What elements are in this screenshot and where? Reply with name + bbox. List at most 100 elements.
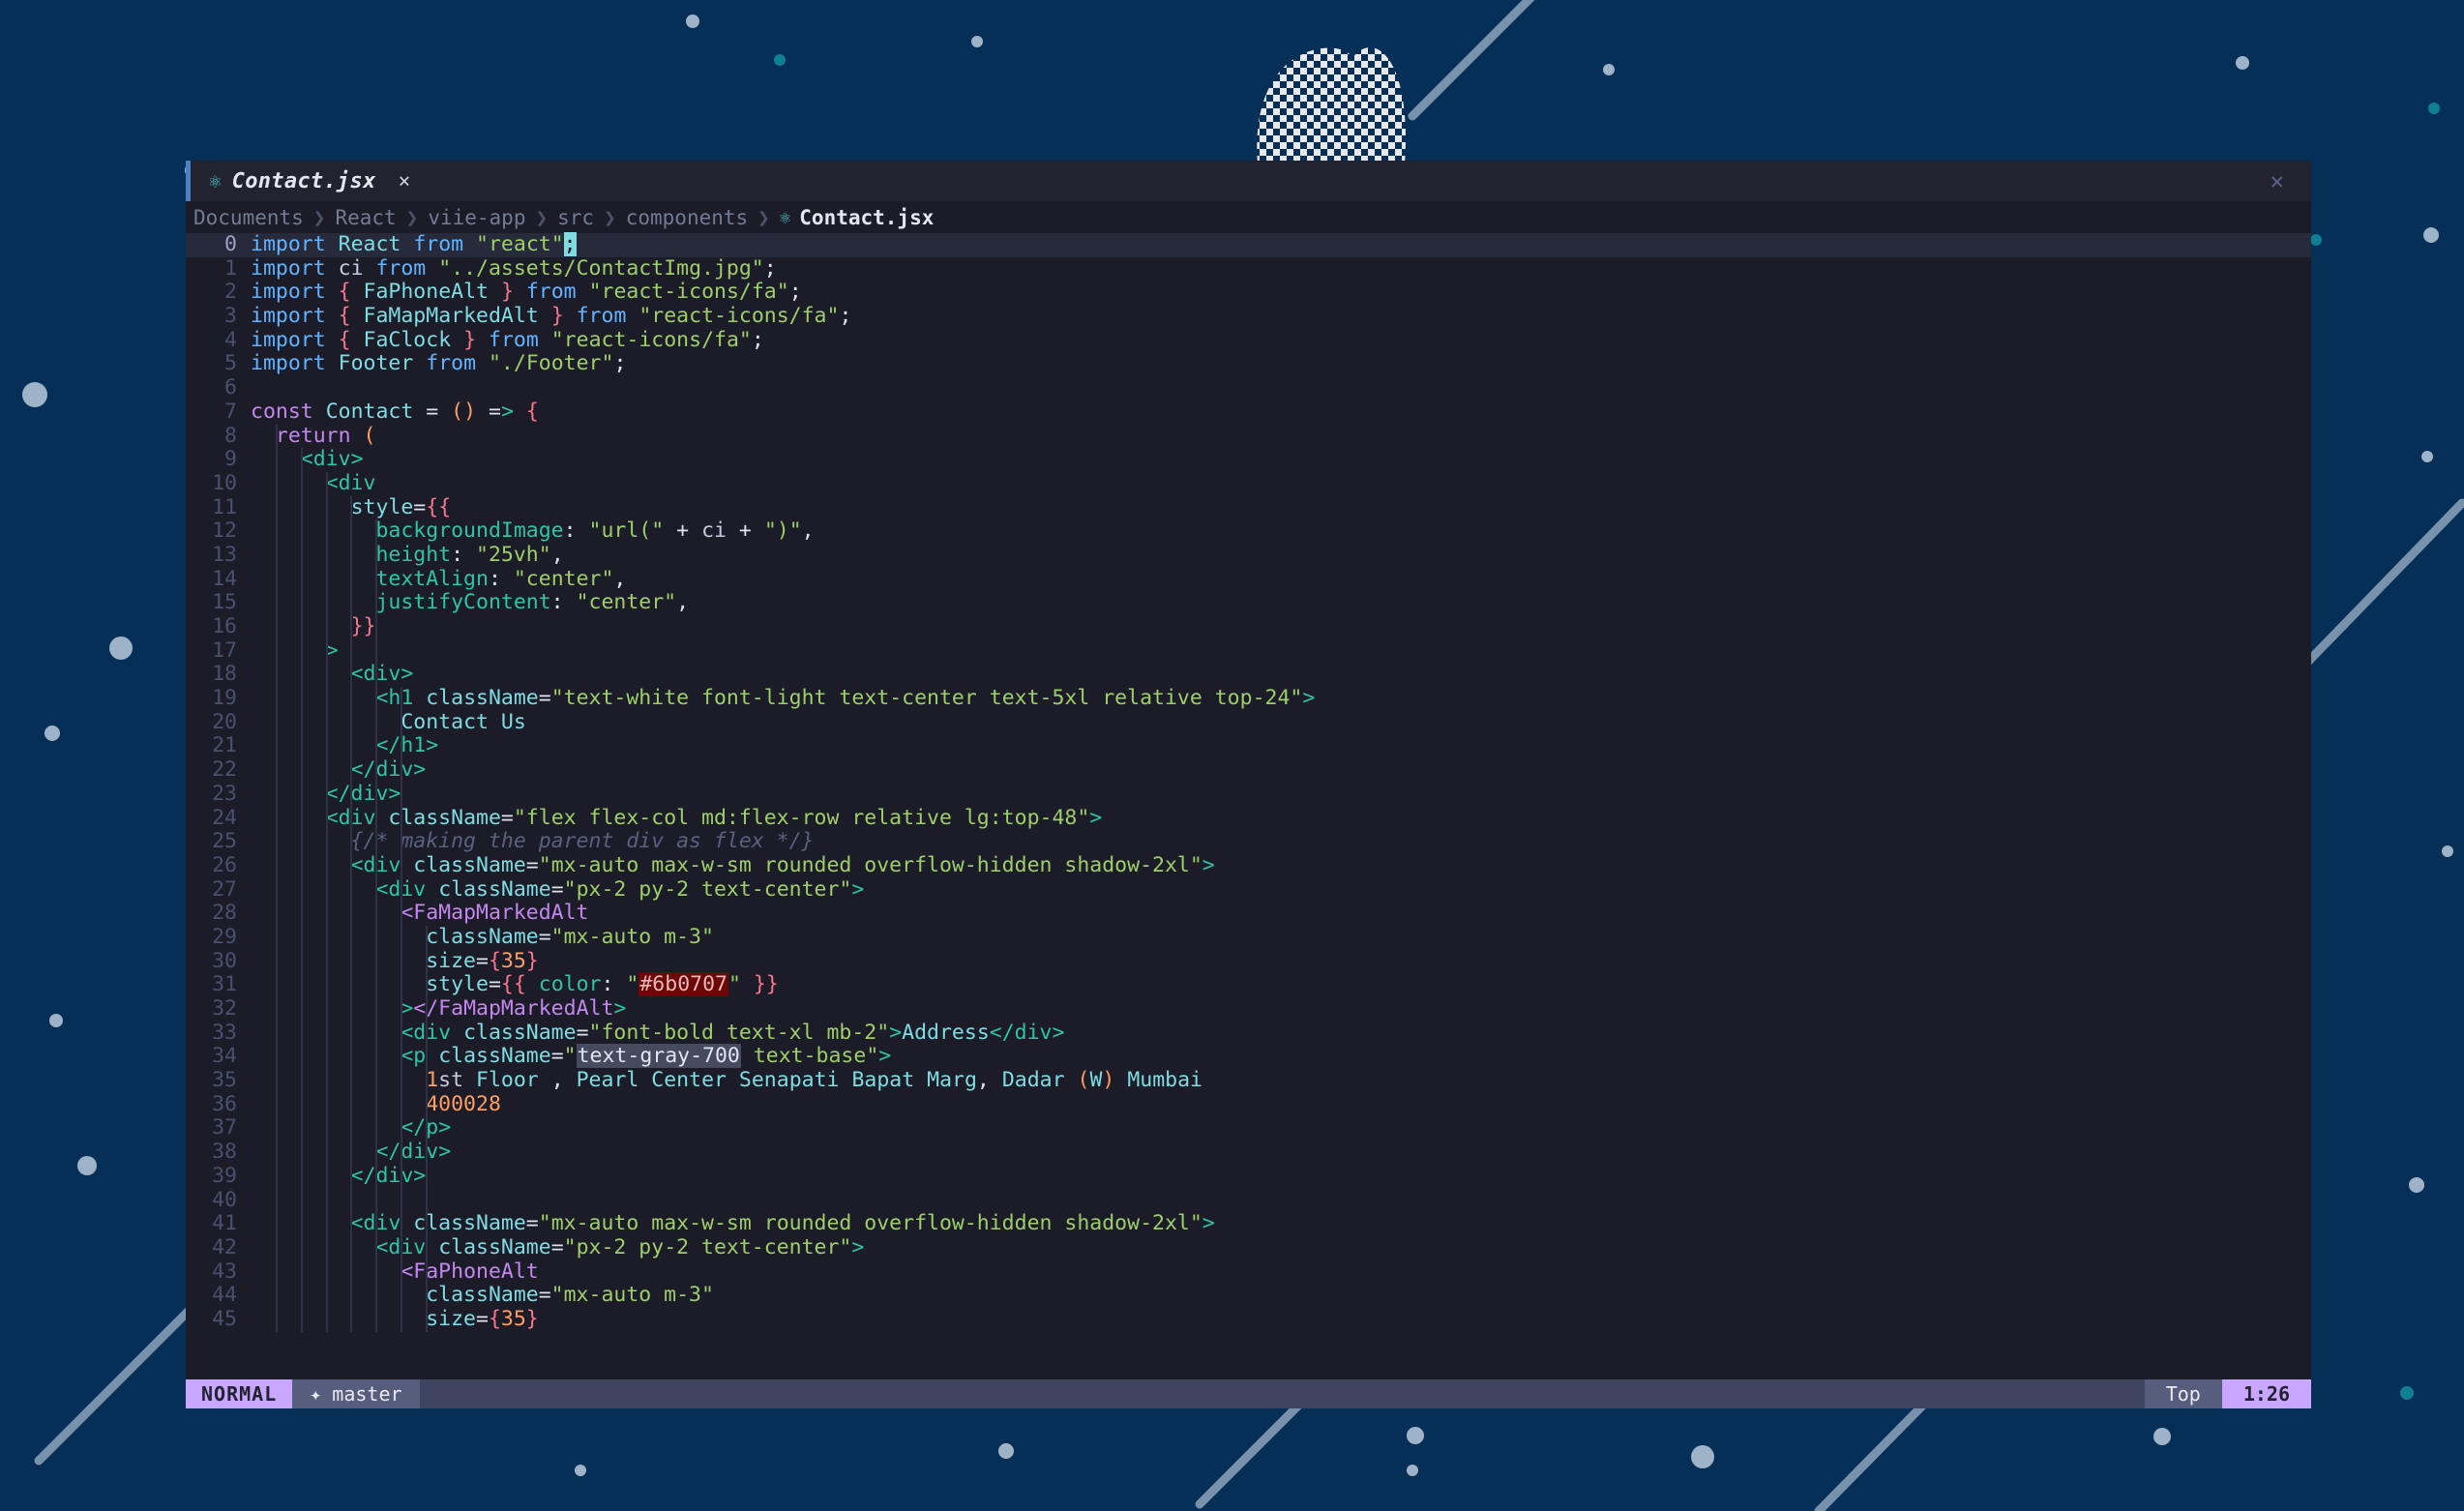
breadcrumb-item-react[interactable]: React xyxy=(335,206,396,229)
code-buffer[interactable]: 0import React from "react";1import ci fr… xyxy=(186,233,2311,1332)
code-line[interactable]: 13 height: "25vh", xyxy=(186,544,2311,568)
code-line[interactable]: 43 <FaPhoneAlt xyxy=(186,1260,2311,1285)
status-branch-label: master xyxy=(332,1382,401,1406)
code-line[interactable]: 18 <div> xyxy=(186,663,2311,687)
breadcrumb-item-src[interactable]: src xyxy=(557,206,594,229)
breadcrumb-item-documents[interactable]: Documents xyxy=(193,206,304,229)
code-line[interactable]: 45 size={35} xyxy=(186,1308,2311,1332)
code-line[interactable]: 17 > xyxy=(186,639,2311,664)
line-number: 41 xyxy=(186,1212,251,1236)
code-line[interactable]: 38 </div> xyxy=(186,1141,2311,1165)
code-line[interactable]: 11 style={{ xyxy=(186,496,2311,520)
chevron-right-icon: ❯ xyxy=(525,206,557,229)
code-line[interactable]: 37 </p> xyxy=(186,1116,2311,1141)
line-number: 9 xyxy=(186,448,251,472)
line-number: 18 xyxy=(186,663,251,687)
code-text: style={{ color: "#6b0707" }} xyxy=(251,973,779,997)
code-line[interactable]: 3import { FaMapMarkedAlt } from "react-i… xyxy=(186,305,2311,329)
tabline: ⚛ Contact.jsx × ✕ xyxy=(186,161,2311,201)
line-number: 31 xyxy=(186,973,251,997)
code-text: <FaMapMarkedAlt xyxy=(251,902,589,926)
code-line[interactable]: 32 ></FaMapMarkedAlt> xyxy=(186,997,2311,1022)
code-line[interactable]: 16 }} xyxy=(186,615,2311,639)
code-text: size={35} xyxy=(251,1308,539,1332)
code-line[interactable]: 31 style={{ color: "#6b0707" }} xyxy=(186,973,2311,997)
line-number: 15 xyxy=(186,591,251,615)
code-line[interactable]: 27 <div className="px-2 py-2 text-center… xyxy=(186,878,2311,903)
code-text: 1st Floor , Pearl Center Senapati Bapat … xyxy=(251,1069,1202,1093)
code-line[interactable]: 42 <div className="px-2 py-2 text-center… xyxy=(186,1236,2311,1260)
code-line[interactable]: 39 </div> xyxy=(186,1165,2311,1189)
code-line[interactable]: 14 textAlign: "center", xyxy=(186,568,2311,592)
code-text: const Contact = () => { xyxy=(251,400,539,425)
code-line[interactable]: 44 className="mx-auto m-3" xyxy=(186,1284,2311,1308)
code-text: import ci from "../assets/ContactImg.jpg… xyxy=(251,257,777,281)
code-line[interactable]: 22 </div> xyxy=(186,758,2311,783)
code-line[interactable]: 30 size={35} xyxy=(186,950,2311,974)
line-number: 21 xyxy=(186,734,251,758)
line-number: 22 xyxy=(186,758,251,783)
line-number: 10 xyxy=(186,472,251,496)
code-line[interactable]: 34 <p className="text-gray-700 text-base… xyxy=(186,1045,2311,1069)
code-line[interactable]: 8 return ( xyxy=(186,425,2311,449)
line-number: 16 xyxy=(186,615,251,639)
close-icon[interactable]: ✕ xyxy=(2271,167,2284,194)
line-number: 25 xyxy=(186,830,251,854)
line-number: 14 xyxy=(186,568,251,592)
breadcrumb-item-components[interactable]: components xyxy=(626,206,748,229)
code-line[interactable]: 15 justifyContent: "center", xyxy=(186,591,2311,615)
code-line[interactable]: 1import ci from "../assets/ContactImg.jp… xyxy=(186,257,2311,281)
code-text: Contact Us xyxy=(251,711,526,735)
code-line[interactable]: 26 <div className="mx-auto max-w-sm roun… xyxy=(186,854,2311,878)
code-line[interactable]: 5import Footer from "./Footer"; xyxy=(186,352,2311,376)
code-text: </div> xyxy=(251,783,401,807)
code-line[interactable]: 29 className="mx-auto m-3" xyxy=(186,926,2311,950)
code-line[interactable]: 2import { FaPhoneAlt } from "react-icons… xyxy=(186,281,2311,305)
code-text: <div className="px-2 py-2 text-center"> xyxy=(251,878,864,903)
code-line[interactable]: 9 <div> xyxy=(186,448,2311,472)
code-line[interactable]: 35 1st Floor , Pearl Center Senapati Bap… xyxy=(186,1069,2311,1093)
line-number: 23 xyxy=(186,783,251,807)
code-line[interactable]: 12 backgroundImage: "url(" + ci + ")", xyxy=(186,519,2311,544)
code-line[interactable]: 21 </h1> xyxy=(186,734,2311,758)
code-line[interactable]: 24 <div className="flex flex-col md:flex… xyxy=(186,807,2311,831)
tab-close-icon[interactable]: × xyxy=(399,169,411,193)
chevron-right-icon: ❯ xyxy=(748,206,780,229)
code-text: <div xyxy=(251,472,375,496)
code-line[interactable]: 19 <h1 className="text-white font-light … xyxy=(186,687,2311,711)
line-number: 19 xyxy=(186,687,251,711)
code-line[interactable]: 36 400028 xyxy=(186,1093,2311,1117)
code-text: return ( xyxy=(251,425,375,449)
line-number: 32 xyxy=(186,997,251,1022)
code-line[interactable]: 0import React from "react"; xyxy=(186,233,2311,257)
tab-contact-jsx[interactable]: ⚛ Contact.jsx × xyxy=(186,161,431,201)
code-line[interactable]: 20 Contact Us xyxy=(186,711,2311,735)
chevron-right-icon: ❯ xyxy=(304,206,336,229)
code-line[interactable]: 6 xyxy=(186,376,2311,400)
code-line[interactable]: 28 <FaMapMarkedAlt xyxy=(186,902,2311,926)
status-filler xyxy=(420,1379,2145,1408)
status-branch[interactable]: ✦ master xyxy=(292,1379,419,1408)
code-text: <FaPhoneAlt xyxy=(251,1260,539,1285)
breadcrumb: Documents ❯ React ❯ viie-app ❯ src ❯ com… xyxy=(186,201,2311,233)
code-line[interactable]: 4import { FaClock } from "react-icons/fa… xyxy=(186,329,2311,353)
line-number: 43 xyxy=(186,1260,251,1285)
code-line[interactable]: 23 </div> xyxy=(186,783,2311,807)
code-line[interactable]: 33 <div className="font-bold text-xl mb-… xyxy=(186,1022,2311,1046)
code-text: import Footer from "./Footer"; xyxy=(251,352,626,376)
code-line[interactable]: 10 <div xyxy=(186,472,2311,496)
code-text: <div className="mx-auto max-w-sm rounded… xyxy=(251,854,1215,878)
breadcrumb-item-viie-app[interactable]: viie-app xyxy=(428,206,525,229)
line-number: 24 xyxy=(186,807,251,831)
code-line[interactable]: 25 {/* making the parent div as flex */} xyxy=(186,830,2311,854)
line-number: 4 xyxy=(186,329,251,353)
code-text: textAlign: "center", xyxy=(251,568,626,592)
line-number: 27 xyxy=(186,878,251,903)
code-text: import { FaMapMarkedAlt } from "react-ic… xyxy=(251,305,851,329)
code-line[interactable]: 7const Contact = () => { xyxy=(186,400,2311,425)
code-text: <h1 className="text-white font-light tex… xyxy=(251,687,1315,711)
code-text: > xyxy=(251,639,339,664)
code-line[interactable]: 41 <div className="mx-auto max-w-sm roun… xyxy=(186,1212,2311,1236)
code-line[interactable]: 40 xyxy=(186,1189,2311,1213)
text-cursor: ; xyxy=(564,232,577,256)
